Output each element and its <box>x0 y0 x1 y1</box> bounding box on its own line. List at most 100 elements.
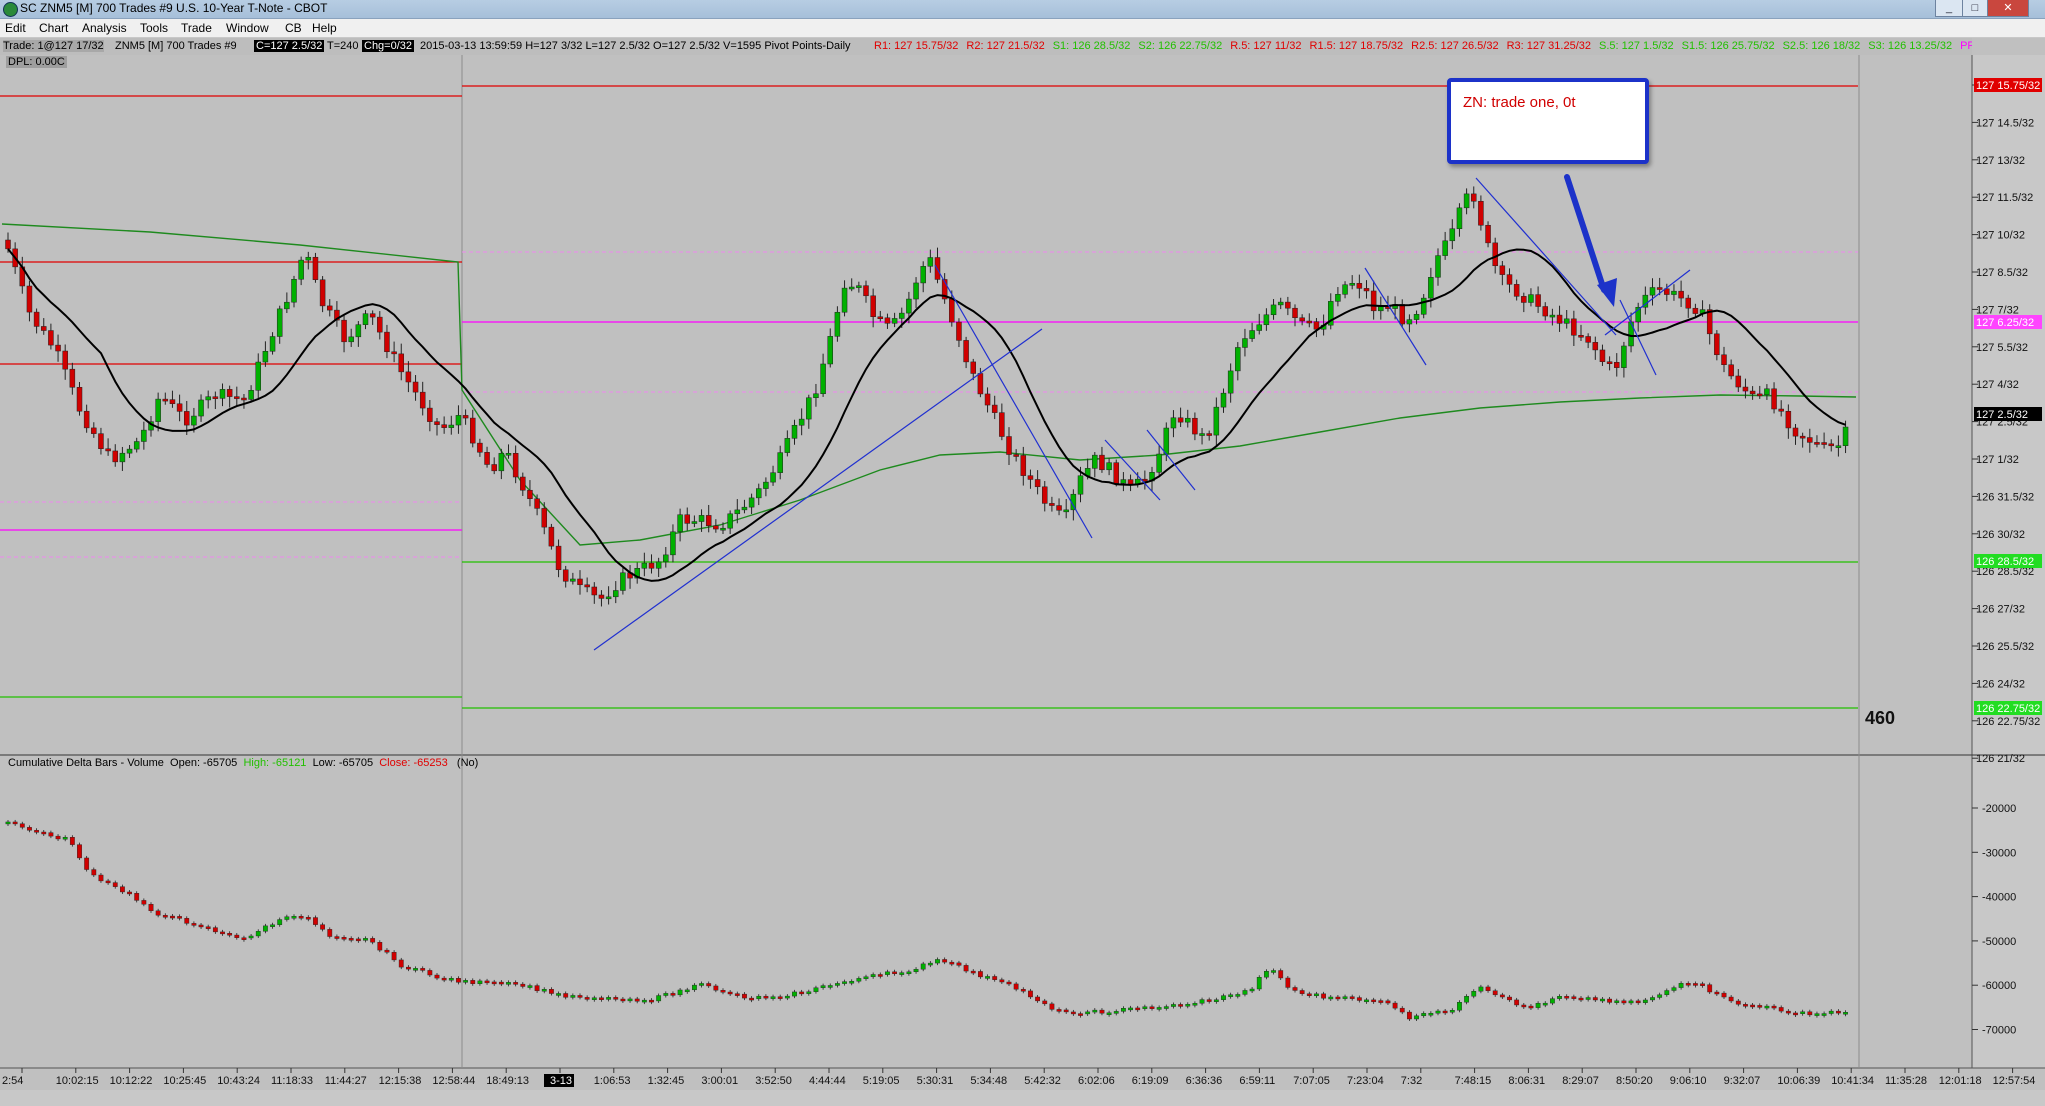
status-bar <box>0 1090 2045 1106</box>
delta-body <box>1335 996 1341 1000</box>
candle-body <box>262 351 269 363</box>
candle-body <box>741 506 748 511</box>
price-marker: 127 6.25/32 <box>1974 315 2042 329</box>
delta-body <box>48 832 54 837</box>
price-candle <box>548 523 555 550</box>
candle-body <box>1563 318 1570 324</box>
delta-body <box>441 977 447 981</box>
delta-low: Low: -65705 <box>312 757 374 769</box>
candle-body <box>276 308 283 337</box>
close-button[interactable]: ✕ <box>1987 0 2029 17</box>
delta-body <box>363 938 368 941</box>
price-axis-label: 127 8.5/32 <box>1976 267 2028 279</box>
candle-body <box>319 279 326 307</box>
price-axis-label: 127 14.5/32 <box>1976 117 2034 129</box>
delta-body <box>806 991 812 994</box>
menu-analysis[interactable]: Analysis <box>82 21 127 35</box>
candle-body <box>1299 317 1305 322</box>
menu-tools[interactable]: Tools <box>140 21 168 35</box>
menu-trade[interactable]: Trade <box>181 21 212 35</box>
delta-mode: (No) <box>456 757 479 769</box>
time-axis-label: 5:34:48 <box>970 1075 1007 1087</box>
dpl-readout: DPL: 0.00C <box>6 56 67 68</box>
candle-body <box>255 361 261 391</box>
candle-body <box>663 554 669 563</box>
delta-body <box>1414 1015 1419 1020</box>
delta-body <box>863 976 869 979</box>
delta-body <box>406 966 411 970</box>
menu-cb[interactable]: CB <box>285 21 302 35</box>
delta-body <box>220 931 225 935</box>
delta-body <box>1664 990 1670 995</box>
price-marker-label: 126 28.5/32 <box>1976 556 2034 568</box>
delta-body <box>527 985 533 988</box>
time-axis-label: 10:12:22 <box>110 1075 153 1087</box>
delta-bar <box>1285 975 1291 990</box>
delta-body <box>1085 1011 1091 1015</box>
delta-body <box>84 857 90 870</box>
delta-axis-label: -70000 <box>1982 1025 2016 1037</box>
chart-canvas[interactable]: 127 15.75/32 127 14.5/32 127 13/32 127 11.5… <box>0 0 2045 1106</box>
candle-body <box>1521 296 1527 303</box>
delta-body <box>284 916 290 920</box>
delta-body <box>355 938 361 942</box>
time-axis-label: 1:32:45 <box>648 1075 685 1087</box>
delta-body <box>69 837 75 845</box>
candle-body <box>1621 345 1627 368</box>
trade-annotation-callout[interactable]: ZN: trade one, 0t <box>1447 78 1649 164</box>
menu-help[interactable]: Help <box>312 21 337 35</box>
delta-body <box>985 976 990 979</box>
candle-body <box>1363 288 1370 292</box>
delta-axis-label: -50000 <box>1982 936 2016 948</box>
delta-body <box>577 995 583 998</box>
candle-body <box>1027 475 1034 480</box>
candle-body <box>69 368 76 388</box>
candle-body <box>1742 386 1749 392</box>
delta-body <box>584 997 590 1000</box>
candle-body <box>141 429 147 442</box>
minimize-button[interactable]: _ <box>1935 0 1963 17</box>
candle-body <box>1413 314 1420 320</box>
delta-body <box>1221 995 1226 1000</box>
candle-body <box>991 404 998 413</box>
delta-body <box>670 993 676 996</box>
delta-body <box>1492 990 1498 996</box>
candle-body <box>555 545 562 571</box>
menu-window[interactable]: Window <box>226 21 269 35</box>
price-marker: 127 2.5/32 <box>1974 407 2042 421</box>
delta-body <box>1464 996 1470 1003</box>
candle-body <box>798 418 805 426</box>
price-candle <box>76 382 83 416</box>
candle-body <box>1478 200 1484 226</box>
maximize-button[interactable]: □ <box>1962 0 1988 17</box>
delta-body <box>1142 1006 1148 1009</box>
delta-body <box>1356 997 1362 1001</box>
delta-body <box>1571 996 1577 999</box>
candle-body <box>1020 455 1027 476</box>
candle-body <box>1006 436 1012 455</box>
candle-body <box>112 450 118 463</box>
time-axis-label: 5:42:32 <box>1024 1075 1061 1087</box>
delta-study-name: Cumulative Delta Bars - Volume <box>8 757 164 769</box>
menu-chart[interactable]: Chart <box>39 21 68 35</box>
menu-edit[interactable]: Edit <box>5 21 26 35</box>
candle-body <box>727 513 733 529</box>
delta-body <box>1006 981 1012 985</box>
delta-body <box>313 917 318 925</box>
delta-body <box>477 980 483 984</box>
candle-body <box>1556 314 1563 324</box>
candle-body <box>1821 442 1827 445</box>
delta-body <box>684 989 690 993</box>
candle-body <box>226 389 233 397</box>
time-axis-label: 5:30:31 <box>917 1075 954 1087</box>
delta-body <box>1135 1007 1141 1011</box>
candle-body <box>1814 442 1820 445</box>
candle-body <box>1471 193 1477 202</box>
delta-body <box>591 997 597 1000</box>
delta-body <box>1349 996 1355 999</box>
candle-body <box>956 321 962 341</box>
candle-body <box>1356 283 1363 289</box>
delta-body <box>699 983 704 986</box>
pivot-value: R2.5: 127 26.5/32 <box>1411 40 1499 52</box>
delta-body <box>1514 999 1520 1006</box>
